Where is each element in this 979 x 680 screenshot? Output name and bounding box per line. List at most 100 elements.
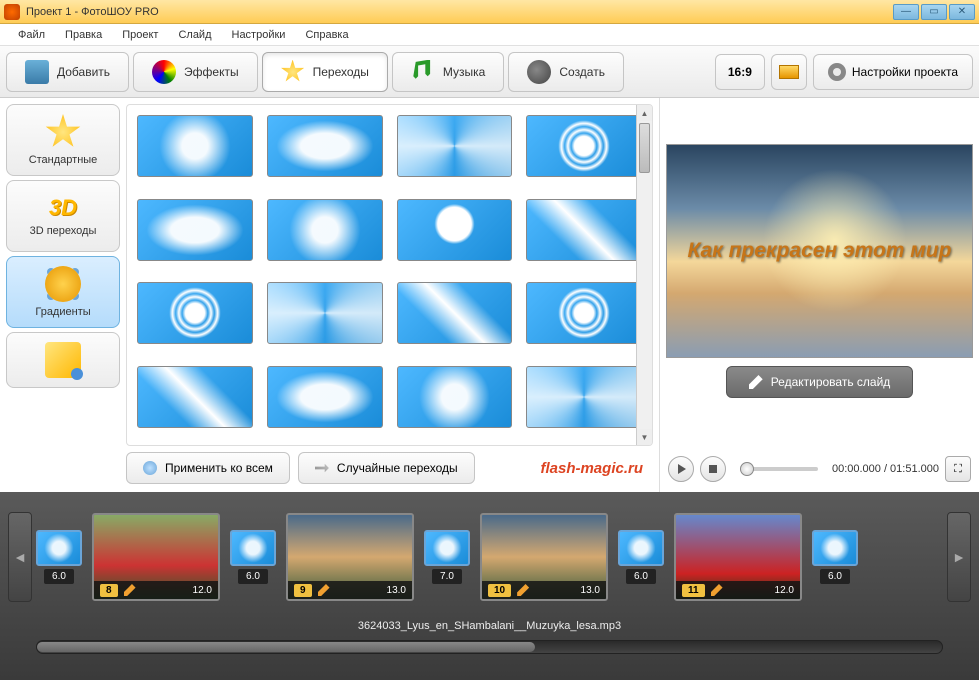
transition-thumb[interactable] bbox=[526, 366, 642, 428]
random-transitions-button[interactable]: Случайные переходы bbox=[298, 452, 475, 484]
category-3d[interactable]: 3D 3D переходы bbox=[6, 180, 120, 252]
scroll-up-icon[interactable]: ▲ bbox=[637, 105, 652, 121]
menu-project[interactable]: Проект bbox=[112, 26, 168, 44]
transition-thumb[interactable] bbox=[267, 282, 383, 344]
timeline: ◄ 6.0 8 12.0 6.0 9 13.0 bbox=[0, 492, 979, 680]
slide-thumbnail[interactable]: 8 12.0 bbox=[92, 513, 220, 601]
slider-handle[interactable] bbox=[740, 462, 754, 476]
slide-item[interactable]: 11 12.0 bbox=[674, 513, 802, 601]
tab-add-label: Добавить bbox=[57, 65, 110, 79]
category-standard[interactable]: Стандартные bbox=[6, 104, 120, 176]
preview-caption: Как прекрасен этот мир bbox=[688, 239, 952, 263]
slide-item[interactable]: 8 12.0 bbox=[92, 513, 220, 601]
pencil-icon[interactable] bbox=[711, 584, 723, 596]
maximize-button[interactable]: ▭ bbox=[921, 4, 947, 20]
slide-item[interactable]: 9 13.0 bbox=[286, 513, 414, 601]
window-controls: — ▭ ✕ bbox=[893, 4, 975, 20]
picture-mode-button[interactable] bbox=[771, 54, 807, 90]
menu-edit[interactable]: Правка bbox=[55, 26, 112, 44]
menu-file[interactable]: Файл bbox=[8, 26, 55, 44]
tab-transitions-label: Переходы bbox=[313, 65, 369, 79]
tab-transitions[interactable]: Переходы bbox=[262, 52, 388, 92]
category-other[interactable] bbox=[6, 332, 120, 388]
time-display: 00:00.000 / 01:51.000 bbox=[832, 463, 939, 475]
transition-thumb[interactable] bbox=[137, 282, 253, 344]
wand-icon bbox=[315, 461, 329, 475]
slide-duration[interactable]: 13.0 bbox=[387, 585, 406, 596]
transition-duration[interactable]: 6.0 bbox=[626, 569, 656, 584]
slide-duration[interactable]: 12.0 bbox=[193, 585, 212, 596]
close-button[interactable]: ✕ bbox=[949, 4, 975, 20]
edit-slide-button[interactable]: Редактировать слайд bbox=[726, 366, 914, 398]
transition-thumb[interactable] bbox=[267, 199, 383, 261]
timeline-scroll-left[interactable]: ◄ bbox=[8, 512, 32, 602]
transition-thumb[interactable] bbox=[137, 199, 253, 261]
scroll-down-icon[interactable]: ▼ bbox=[637, 429, 652, 445]
app-icon bbox=[4, 4, 20, 20]
transition-thumb[interactable] bbox=[526, 115, 642, 177]
transition-preview[interactable] bbox=[424, 530, 470, 566]
minimize-button[interactable]: — bbox=[893, 4, 919, 20]
transition-thumb[interactable] bbox=[397, 366, 513, 428]
fullscreen-button[interactable]: ⛶ bbox=[945, 456, 971, 482]
project-settings-button[interactable]: Настройки проекта bbox=[813, 54, 973, 90]
thumbnails-scrollbar[interactable]: ▲ ▼ bbox=[636, 105, 652, 445]
slide-footer: 9 13.0 bbox=[288, 581, 412, 599]
pencil-icon[interactable] bbox=[124, 584, 136, 596]
transition-thumb[interactable] bbox=[267, 115, 383, 177]
slide-number: 10 bbox=[488, 584, 511, 597]
transition-preview[interactable] bbox=[812, 530, 858, 566]
transition-duration[interactable]: 6.0 bbox=[820, 569, 850, 584]
transition-thumb[interactable] bbox=[137, 366, 253, 428]
slide-duration[interactable]: 13.0 bbox=[581, 585, 600, 596]
titlebar: Проект 1 - ФотоШОУ PRO — ▭ ✕ bbox=[0, 0, 979, 24]
random-label: Случайные переходы bbox=[337, 461, 458, 475]
transition-thumb[interactable] bbox=[526, 282, 642, 344]
play-button[interactable] bbox=[668, 456, 694, 482]
scrollbar-thumb[interactable] bbox=[639, 123, 650, 173]
palette-icon bbox=[152, 60, 176, 84]
transition-thumb[interactable] bbox=[137, 115, 253, 177]
timeline-scroll-right[interactable]: ► bbox=[947, 512, 971, 602]
timeline-scrollbar[interactable] bbox=[36, 640, 943, 654]
pencil-icon[interactable] bbox=[517, 584, 529, 596]
transition-thumb[interactable] bbox=[397, 115, 513, 177]
slide-thumbnail[interactable]: 10 13.0 bbox=[480, 513, 608, 601]
tab-effects[interactable]: Эффекты bbox=[133, 52, 258, 92]
transition-thumb[interactable] bbox=[397, 199, 513, 261]
tab-music[interactable]: Музыка bbox=[392, 52, 504, 92]
picture-icon bbox=[779, 65, 799, 79]
transition-duration[interactable]: 6.0 bbox=[44, 569, 74, 584]
apply-all-button[interactable]: Применить ко всем bbox=[126, 452, 290, 484]
transition-preview[interactable] bbox=[36, 530, 82, 566]
category-gradients[interactable]: Градиенты bbox=[6, 256, 120, 328]
tab-effects-label: Эффекты bbox=[184, 65, 239, 79]
slide-duration[interactable]: 12.0 bbox=[775, 585, 794, 596]
stop-button[interactable] bbox=[700, 456, 726, 482]
seek-slider[interactable] bbox=[740, 467, 818, 471]
transition-slot: 6.0 bbox=[812, 530, 858, 584]
timeline-scrollbar-thumb[interactable] bbox=[37, 642, 535, 652]
playback-controls: 00:00.000 / 01:51.000 ⛶ bbox=[666, 452, 973, 486]
slide-item[interactable]: 10 13.0 bbox=[480, 513, 608, 601]
pencil-icon[interactable] bbox=[318, 584, 330, 596]
transition-preview[interactable] bbox=[618, 530, 664, 566]
globe-icon bbox=[143, 461, 157, 475]
pencil-icon bbox=[749, 375, 763, 389]
menu-slide[interactable]: Слайд bbox=[168, 26, 221, 44]
tab-create[interactable]: Создать bbox=[508, 52, 624, 92]
transition-thumb[interactable] bbox=[267, 366, 383, 428]
transition-preview[interactable] bbox=[230, 530, 276, 566]
transition-duration[interactable]: 7.0 bbox=[432, 569, 462, 584]
3d-icon: 3D bbox=[49, 195, 77, 221]
transition-duration[interactable]: 6.0 bbox=[238, 569, 268, 584]
transition-thumb[interactable] bbox=[397, 282, 513, 344]
slide-thumbnail[interactable]: 9 13.0 bbox=[286, 513, 414, 601]
menu-settings[interactable]: Настройки bbox=[222, 26, 296, 44]
aspect-ratio-button[interactable]: 16:9 bbox=[715, 54, 765, 90]
toolbar: Добавить Эффекты Переходы Музыка Создать… bbox=[0, 46, 979, 98]
slide-thumbnail[interactable]: 11 12.0 bbox=[674, 513, 802, 601]
tab-add[interactable]: Добавить bbox=[6, 52, 129, 92]
menu-help[interactable]: Справка bbox=[295, 26, 358, 44]
transition-thumb[interactable] bbox=[526, 199, 642, 261]
